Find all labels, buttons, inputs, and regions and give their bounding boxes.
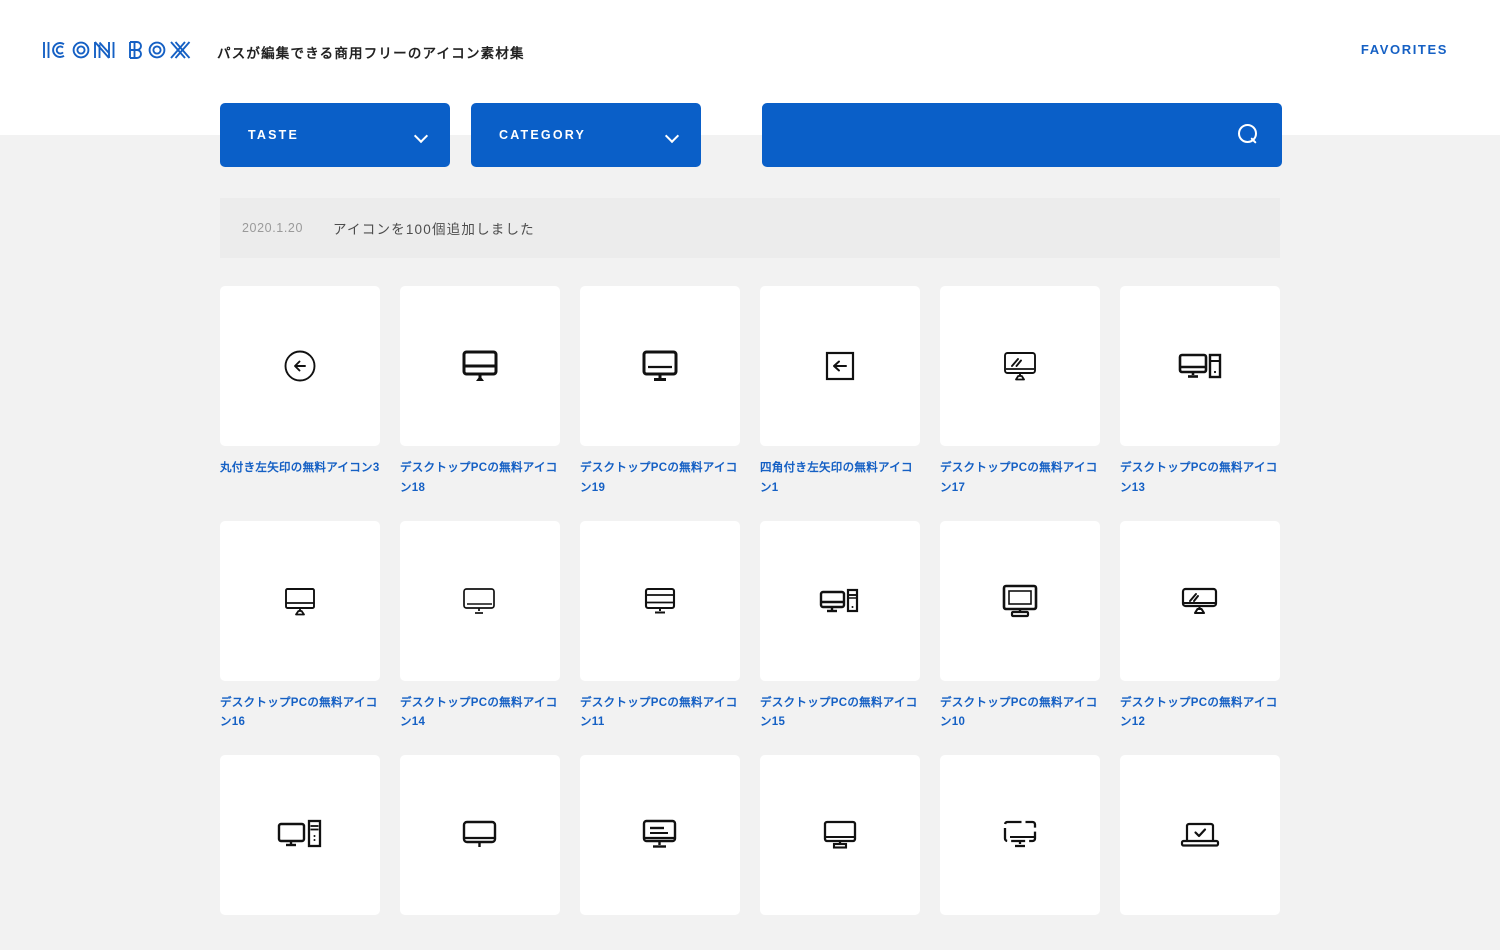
icon-card-label[interactable]: 丸付き左矢印の無料アイコン3 — [220, 459, 380, 479]
search-input[interactable] — [762, 103, 1232, 167]
icon-card-label[interactable]: デスクトップPCの無料アイコン14 — [400, 694, 560, 734]
icon-card-thumbnail[interactable] — [220, 520, 380, 681]
icon-card: デスクトップPCの無料アイコン11 — [580, 520, 740, 734]
icon-card: デスクトップPCの無料アイコン19 — [580, 286, 740, 499]
icon-card: 四角付き左矢印の無料アイコン1 — [760, 286, 920, 499]
desktop-pc-tower-icon — [1176, 344, 1224, 388]
icon-card: デスクトップPCの無料アイコン13 — [1120, 286, 1280, 499]
desktop-pc-outline-icon — [278, 579, 322, 623]
filter-bar: TASTE CATEGORY — [220, 103, 1282, 167]
icon-card-thumbnail[interactable] — [400, 286, 560, 446]
site-tagline: パスが編集できる商用フリーのアイコン素材集 — [217, 46, 525, 61]
desktop-pc-dashed-icon — [997, 812, 1043, 858]
icon-card-label[interactable]: デスクトップPCの無料アイコン11 — [580, 694, 740, 734]
notice-date: 2020.1.20 — [242, 221, 304, 235]
icon-card-thumbnail[interactable] — [760, 755, 920, 916]
icon-card-thumbnail[interactable] — [220, 755, 380, 916]
square-left-arrow-icon — [820, 346, 860, 386]
search-box[interactable] — [762, 103, 1282, 167]
desktop-pc-shine-wide-icon — [1176, 579, 1224, 623]
laptop-check-icon — [1176, 813, 1224, 857]
icon-box-logo-icon — [43, 41, 191, 59]
taste-dropdown-label: TASTE — [248, 128, 300, 142]
icon-card: デスクトップPCの無料アイコン17 — [940, 286, 1100, 499]
icon-card-thumbnail[interactable] — [1120, 286, 1280, 446]
icon-card-thumbnail[interactable] — [1120, 520, 1280, 681]
icon-card: デスクトップPCの無料アイコン15 — [760, 520, 920, 734]
search-icon[interactable] — [1238, 124, 1260, 146]
icon-card-thumbnail[interactable] — [580, 520, 740, 681]
favorites-link[interactable]: FAVORITES — [1361, 42, 1448, 57]
desktop-pc-round-icon — [457, 812, 503, 858]
icon-card-label[interactable]: デスクトップPCの無料アイコン17 — [940, 459, 1100, 499]
icon-card-label[interactable]: デスクトップPCの無料アイコン15 — [760, 694, 920, 734]
icon-card: デスクトップPCの無料アイコン14 — [400, 520, 560, 734]
site-logo[interactable] — [40, 36, 200, 64]
icon-grid: 丸付き左矢印の無料アイコン3 デスクトップPCの無料アイコン18 デスクトップPCの… — [220, 286, 1285, 950]
icon-card — [760, 755, 920, 928]
icon-card-thumbnail[interactable] — [940, 286, 1100, 446]
desktop-pc-tower-small-icon — [816, 579, 864, 623]
notice-bar[interactable]: 2020.1.20 アイコンを100個追加しました — [220, 198, 1280, 258]
desktop-pc-shine-icon — [998, 344, 1042, 388]
icon-card-label[interactable]: デスクトップPCの無料アイコン18 — [400, 459, 560, 499]
icon-card — [940, 755, 1100, 928]
icon-card-thumbnail[interactable] — [760, 286, 920, 446]
category-dropdown-label: CATEGORY — [499, 128, 587, 142]
desktop-pc-thin-icon — [457, 579, 503, 623]
icon-card-label[interactable]: 四角付き左矢印の無料アイコン1 — [760, 459, 920, 499]
desktop-pc-text-icon — [637, 812, 683, 858]
icon-card-label[interactable]: デスクトップPCの無料アイコン12 — [1120, 694, 1280, 734]
icon-card-thumbnail[interactable] — [580, 755, 740, 916]
icon-card-thumbnail[interactable] — [940, 520, 1100, 681]
category-dropdown[interactable]: CATEGORY — [471, 103, 701, 167]
desktop-pc-tower-tall-icon — [274, 812, 326, 858]
icon-card — [580, 755, 740, 928]
icon-card-thumbnail[interactable] — [400, 755, 560, 916]
circle-left-arrow-icon — [280, 346, 320, 386]
icon-card-label[interactable]: デスクトップPCの無料アイコン19 — [580, 459, 740, 499]
icon-card — [220, 755, 380, 928]
icon-card-label[interactable]: デスクトップPCの無料アイコン16 — [220, 694, 380, 734]
icon-card: デスクトップPCの無料アイコン12 — [1120, 520, 1280, 734]
icon-card-thumbnail[interactable] — [220, 286, 380, 446]
icon-card-thumbnail[interactable] — [400, 520, 560, 681]
icon-card-thumbnail[interactable] — [1120, 755, 1280, 916]
icon-card-thumbnail[interactable] — [580, 286, 740, 446]
desktop-pc-solid-icon — [458, 344, 502, 388]
icon-card — [400, 755, 560, 928]
notice-text: アイコンを100個追加しました — [333, 222, 535, 237]
icon-card: 丸付き左矢印の無料アイコン3 — [220, 286, 380, 499]
desktop-pc-plain-icon — [817, 812, 863, 858]
desktop-pc-striped-icon — [638, 579, 682, 623]
icon-card-label[interactable]: デスクトップPCの無料アイコン10 — [940, 694, 1100, 734]
chevron-down-icon — [666, 131, 679, 139]
desktop-pc-line-icon — [638, 344, 682, 388]
desktop-pc-thick-icon — [997, 578, 1043, 624]
icon-card: デスクトップPCの無料アイコン16 — [220, 520, 380, 734]
chevron-down-icon — [415, 131, 428, 139]
taste-dropdown[interactable]: TASTE — [220, 103, 450, 167]
icon-card: デスクトップPCの無料アイコン10 — [940, 520, 1100, 734]
icon-card-label[interactable]: デスクトップPCの無料アイコン13 — [1120, 459, 1280, 499]
icon-card-thumbnail[interactable] — [940, 755, 1100, 916]
icon-card — [1120, 755, 1280, 928]
icon-card: デスクトップPCの無料アイコン18 — [400, 286, 560, 499]
icon-card-thumbnail[interactable] — [760, 520, 920, 681]
